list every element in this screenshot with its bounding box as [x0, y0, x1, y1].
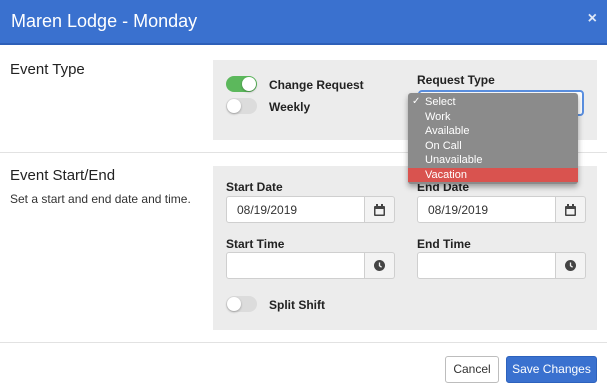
dropdown-option-on-call[interactable]: On Call [408, 139, 578, 154]
end-time-label: End Time [417, 237, 471, 251]
option-label: Unavailable [425, 154, 483, 166]
request-type-dropdown: ✓ Select Work Available On Call Unavailab… [408, 93, 578, 184]
save-changes-button[interactable]: Save Changes [506, 356, 597, 383]
dropdown-option-unavailable[interactable]: Unavailable [408, 153, 578, 168]
end-date-picker-button[interactable] [556, 196, 586, 223]
end-time-input[interactable] [417, 252, 556, 279]
toggle-knob [227, 99, 241, 113]
calendar-icon [565, 204, 576, 216]
dialog-title: Maren Lodge - Monday [11, 11, 198, 31]
start-time-picker-button[interactable] [365, 252, 395, 279]
start-time-label: Start Time [226, 237, 285, 251]
clock-icon [565, 260, 576, 271]
footer-divider [0, 342, 607, 343]
start-date-label: Start Date [226, 180, 283, 194]
option-label: Select [425, 96, 456, 108]
toggle-knob [227, 297, 241, 311]
dropdown-option-select[interactable]: ✓ Select [408, 95, 578, 110]
request-type-label: Request Type [417, 73, 495, 87]
change-request-label: Change Request [269, 78, 364, 92]
calendar-icon [374, 204, 385, 216]
event-start-end-heading: Event Start/End [10, 167, 116, 184]
start-date-input[interactable]: 08/19/2019 [226, 196, 365, 223]
clock-icon [374, 260, 385, 271]
end-time-picker-button[interactable] [556, 252, 586, 279]
event-type-heading: Event Type [10, 61, 85, 78]
option-label: Work [425, 110, 451, 123]
dropdown-option-work[interactable]: Work [408, 110, 578, 125]
start-time-input[interactable] [226, 252, 365, 279]
start-date-picker-button[interactable] [365, 196, 395, 223]
event-start-end-description: Set a start and end date and time. [10, 192, 191, 206]
option-label: Available [425, 125, 470, 137]
checkmark-icon: ✓ [412, 96, 421, 107]
dropdown-option-vacation[interactable]: Vacation [408, 167, 578, 182]
option-label: On Call [425, 139, 462, 152]
cancel-button[interactable]: Cancel [445, 356, 499, 383]
weekly-toggle[interactable] [226, 98, 257, 114]
option-label: Vacation [425, 168, 467, 181]
toggle-knob [242, 77, 256, 91]
close-icon[interactable]: × [588, 10, 597, 28]
split-shift-label: Split Shift [269, 298, 325, 312]
split-shift-toggle[interactable] [226, 296, 257, 312]
change-request-toggle[interactable] [226, 76, 257, 92]
dropdown-option-available[interactable]: Available [408, 124, 578, 139]
weekly-label: Weekly [269, 100, 311, 114]
dialog-header: Maren Lodge - Monday × [0, 0, 607, 45]
end-date-input[interactable]: 08/19/2019 [417, 196, 556, 223]
